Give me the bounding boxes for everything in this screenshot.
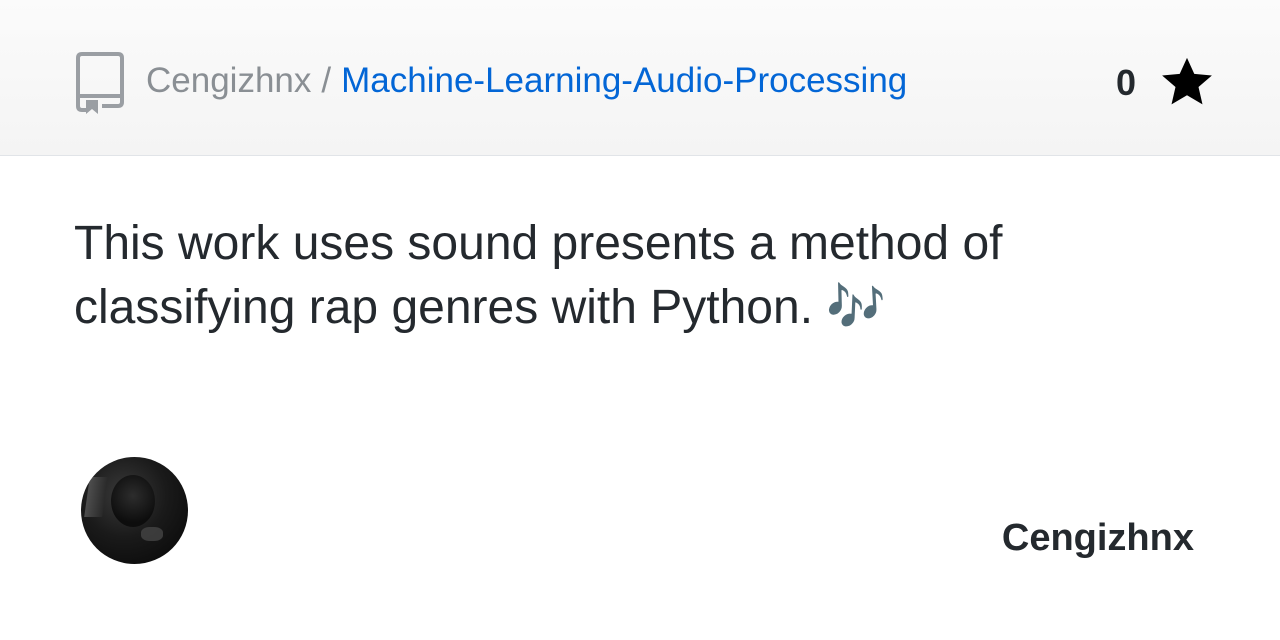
avatar-highlight bbox=[84, 477, 108, 517]
avatar[interactable] bbox=[81, 457, 188, 564]
avatar-figure bbox=[111, 475, 155, 527]
repo-icon bbox=[76, 52, 124, 114]
star-count: 0 bbox=[1115, 62, 1136, 103]
repo-name-link[interactable]: Machine-Learning-Audio-Processing bbox=[341, 61, 907, 100]
star-counter[interactable]: 0 bbox=[1116, 56, 1216, 110]
repo-description: This work uses sound presents a method o… bbox=[74, 217, 1003, 334]
path-separator: / bbox=[321, 61, 332, 100]
star-icon bbox=[1162, 57, 1212, 105]
owner-username[interactable]: Cengizhnx bbox=[1002, 514, 1194, 562]
repo-owner-link[interactable]: Cengizhnx bbox=[146, 61, 311, 100]
avatar-highlight bbox=[141, 527, 163, 541]
card-header: Cengizhnx / Machine-Learning-Audio-Process… bbox=[0, 0, 1280, 156]
repo-social-card: Cengizhnx / Machine-Learning-Audio-Process… bbox=[0, 0, 1280, 640]
repo-path: Cengizhnx / Machine-Learning-Audio-Process… bbox=[146, 58, 907, 104]
